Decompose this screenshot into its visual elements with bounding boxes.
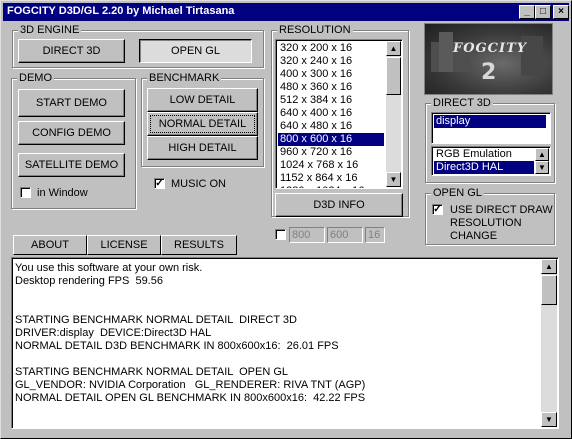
direct-draw-label-2: RESOLUTION — [450, 217, 522, 229]
maximize-icon[interactable]: □ — [535, 5, 551, 19]
resolution-item[interactable]: 480 x 360 x 16 — [278, 81, 384, 94]
scroll-down-icon[interactable]: ▼ — [386, 172, 401, 187]
resolution-item[interactable]: 640 x 480 x 16 — [278, 120, 384, 133]
resolution-group-label: RESOLUTION — [277, 24, 353, 36]
music-on-label: MUSIC ON — [171, 178, 226, 190]
resolution-list[interactable]: 320 x 200 x 16 320 x 240 x 16 400 x 300 x … — [275, 39, 403, 189]
log-scroll-down-icon[interactable]: ▼ — [541, 412, 557, 427]
logo-number: 2 — [481, 60, 497, 85]
demo-group-label: DEMO — [17, 72, 54, 84]
results-log[interactable]: You use this software at your own risk. D… — [11, 257, 559, 429]
log-line: You use this software at your own risk. — [15, 262, 203, 274]
in-window-checkbox[interactable] — [20, 187, 31, 198]
resolution-item[interactable]: 512 x 384 x 16 — [278, 94, 384, 107]
log-scrollbar[interactable]: ▲ ▼ — [541, 259, 557, 427]
logo-text: FOGCITY — [453, 41, 528, 56]
direct-draw-label-1: USE DIRECT DRAW — [450, 204, 553, 216]
resolution-scrollbar[interactable]: ▲ ▼ — [386, 41, 401, 187]
resolution-item[interactable]: 320 x 240 x 16 — [278, 55, 384, 68]
satellite-demo-button[interactable]: SATELLITE DEMO — [18, 153, 125, 177]
opengl-button[interactable]: OPEN GL — [139, 39, 252, 63]
log-line: NORMAL DETAIL D3D BENCHMARK IN 800x600x1… — [15, 340, 339, 352]
start-demo-button[interactable]: START DEMO — [18, 89, 125, 117]
benchmark-group-label: BENCHMARK — [147, 72, 222, 84]
d3d-info-button[interactable]: D3D INFO — [275, 193, 403, 217]
log-line: DRIVER:display DEVICE:Direct3D HAL — [15, 327, 212, 339]
resolution-item[interactable]: 400 x 300 x 16 — [278, 68, 384, 81]
direct-draw-checkbox[interactable]: ✓ — [432, 204, 443, 215]
resolution-item[interactable]: 1280 x 1024 x 16 — [278, 185, 384, 188]
direct3d-button[interactable]: DIRECT 3D — [18, 39, 125, 63]
fogcity-logo: FOGCITY 2 — [424, 23, 553, 95]
opengl-group-label: OPEN GL — [431, 187, 484, 199]
close-icon[interactable]: × — [553, 5, 569, 19]
music-on-checkbox[interactable]: ✓ — [154, 178, 165, 189]
device-list[interactable]: RGB Emulation Direct3D HAL ▲ ▼ — [431, 146, 551, 176]
tab-license[interactable]: LICENSE — [87, 235, 161, 255]
custom-resolution-checkbox[interactable] — [275, 229, 286, 240]
high-detail-button[interactable]: HIGH DETAIL — [147, 136, 258, 160]
tab-results[interactable]: RESULTS — [161, 235, 237, 255]
scroll-thumb[interactable] — [386, 57, 401, 95]
log-scroll-thumb[interactable] — [541, 275, 557, 305]
resolution-item[interactable]: 1024 x 768 x 16 — [278, 159, 384, 172]
normal-detail-button[interactable]: NORMAL DETAIL — [147, 112, 258, 136]
tab-about[interactable]: ABOUT — [13, 235, 87, 255]
minimize-icon[interactable]: _ — [519, 5, 535, 19]
custom-height-field[interactable]: 600 — [327, 227, 363, 243]
config-demo-button[interactable]: CONFIG DEMO — [18, 121, 125, 145]
log-line: GL_VENDOR: NVIDIA Corporation GL_RENDERE… — [15, 379, 366, 391]
title-bar[interactable]: FOGCITY D3D/GL 2.20 by Michael Tirtasana… — [3, 3, 569, 21]
device-item[interactable]: RGB Emulation — [434, 148, 534, 161]
in-window-label: in Window — [37, 187, 88, 199]
log-line: STARTING BENCHMARK NORMAL DETAIL DIRECT … — [15, 314, 297, 326]
custom-width-field[interactable]: 800 — [289, 227, 325, 243]
direct3d-group-label: DIRECT 3D — [431, 97, 493, 109]
custom-bpp-field[interactable]: 16 — [365, 227, 385, 243]
log-scroll-up-icon[interactable]: ▲ — [541, 259, 557, 274]
log-line: Desktop rendering FPS 59.56 — [15, 275, 163, 287]
window-title: FOGCITY D3D/GL 2.20 by Michael Tirtasana — [7, 5, 235, 17]
log-line: NORMAL DETAIL OPEN GL BENCHMARK IN 800x6… — [15, 392, 366, 404]
direct-draw-label-3: CHANGE — [450, 230, 498, 242]
device-scroll-up-icon[interactable]: ▲ — [535, 148, 549, 161]
resolution-item[interactable]: 1152 x 864 x 16 — [278, 172, 384, 185]
engine-group-label: 3D ENGINE — [18, 24, 82, 36]
log-line: STARTING BENCHMARK NORMAL DETAIL OPEN GL — [15, 366, 289, 378]
main-window: FOGCITY D3D/GL 2.20 by Michael Tirtasana… — [0, 0, 572, 439]
device-scroll-down-icon[interactable]: ▼ — [535, 161, 549, 174]
driver-item-display[interactable]: display — [434, 115, 546, 128]
driver-list[interactable]: display — [431, 112, 551, 144]
low-detail-button[interactable]: LOW DETAIL — [147, 88, 258, 112]
resolution-item[interactable]: 320 x 200 x 16 — [278, 42, 384, 55]
resolution-item[interactable]: 960 x 720 x 16 — [278, 146, 384, 159]
scroll-up-icon[interactable]: ▲ — [386, 41, 401, 56]
resolution-item[interactable]: 640 x 400 x 16 — [278, 107, 384, 120]
device-item[interactable]: Direct3D HAL — [434, 161, 534, 174]
resolution-item[interactable]: 800 x 600 x 16 — [278, 133, 384, 146]
